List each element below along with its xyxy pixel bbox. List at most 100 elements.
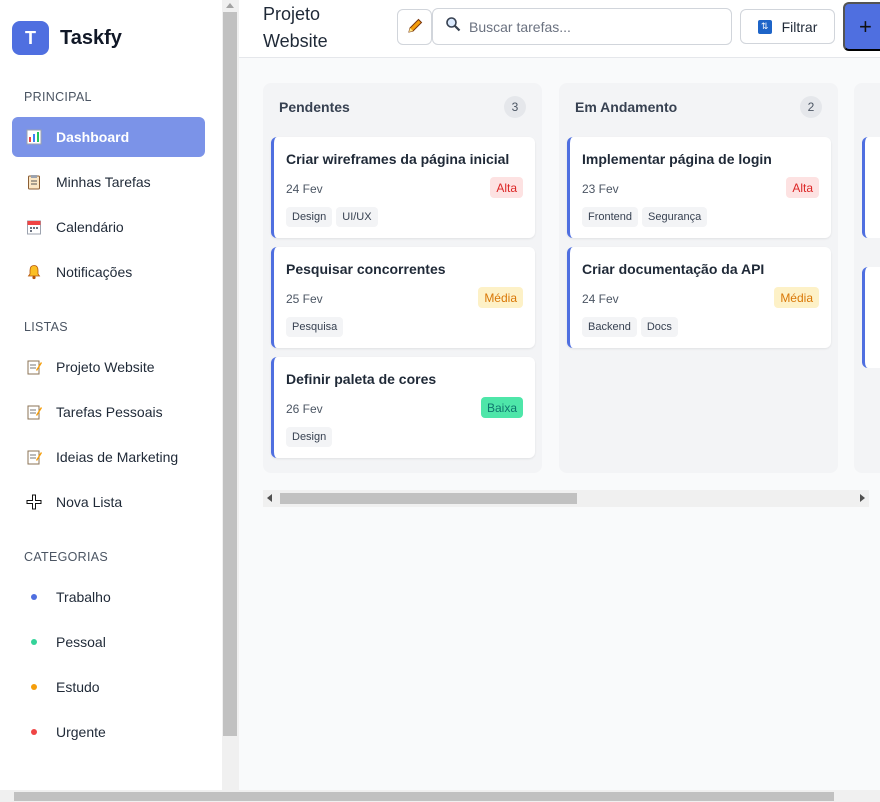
task-tags: Design — [286, 427, 333, 447]
category-label: Urgente — [56, 724, 106, 740]
task-card[interactable]: Criar wireframes da página inicial 24 Fe… — [271, 137, 535, 238]
page-scrollbar-thumb[interactable] — [14, 792, 834, 801]
category-item-trabalho[interactable]: Trabalho — [12, 577, 205, 617]
task-title: Implementar página de login — [582, 151, 772, 167]
sidebar-item-label: Projeto Website — [56, 359, 155, 375]
task-card[interactable]: Definir paleta de cores 26 Fev Baixa Des… — [271, 357, 535, 458]
section-title-categorias: CATEGORIAS — [24, 550, 109, 564]
task-card[interactable]: Criar documentação da API 24 Fev Média B… — [567, 247, 831, 348]
task-title: Criar wireframes da página inicial — [286, 151, 510, 167]
board-scrollbar-thumb[interactable] — [280, 493, 577, 504]
task-date: 24 Fev — [582, 292, 619, 306]
sidebar-item-projeto-website[interactable]: Projeto Website — [12, 347, 205, 387]
task-tags: Backend Docs — [582, 317, 678, 337]
tag: Segurança — [642, 207, 708, 227]
sidebar-item-label: Tarefas Pessoais — [56, 404, 163, 420]
category-dot-icon — [24, 587, 44, 607]
scroll-right-arrow-icon[interactable] — [860, 494, 865, 502]
section-title-principal: PRINCIPAL — [24, 90, 92, 104]
task-tags: Design UI/UX — [286, 207, 378, 227]
priority-badge: Baixa — [480, 397, 523, 418]
column-partial — [854, 83, 880, 473]
category-dot-icon — [24, 677, 44, 697]
tag: Design — [286, 207, 333, 227]
tag: Pesquisa — [286, 317, 344, 337]
scroll-left-arrow-icon[interactable] — [267, 494, 272, 502]
task-tags: Pesquisa — [286, 317, 344, 337]
sidebar-item-label: Nova Lista — [56, 494, 123, 510]
memo-icon — [24, 357, 44, 377]
task-tags: Frontend Segurança — [582, 207, 708, 227]
sidebar-item-notificacoes[interactable]: Notificações — [12, 252, 205, 292]
search-input[interactable] — [469, 18, 709, 35]
plus-icon — [24, 492, 44, 512]
priority-badge: Média — [478, 287, 523, 308]
column-pendentes: Pendentes 3 Criar wireframes da página i… — [263, 83, 542, 473]
sidebar-scrollbar-thumb[interactable] — [223, 12, 237, 736]
sidebar-scrollbar[interactable] — [222, 0, 239, 790]
task-card[interactable]: Pesquisar concorrentes 25 Fev Média Pesq… — [271, 247, 535, 348]
sidebar-item-label: Calendário — [56, 219, 124, 235]
tag: Backend — [582, 317, 637, 337]
plus-icon: + — [859, 13, 872, 39]
sidebar-item-tarefas-pessoais[interactable]: Tarefas Pessoais — [12, 392, 205, 432]
category-item-urgente[interactable]: Urgente — [12, 712, 205, 752]
column-em-andamento: Em Andamento 2 Implementar página de log… — [559, 83, 838, 473]
filter-button[interactable]: ⇅ Filtrar — [740, 9, 835, 44]
tag: Design — [286, 427, 333, 447]
task-date: 24 Fev — [286, 182, 323, 196]
search-icon — [445, 16, 461, 37]
add-task-button[interactable]: + — [843, 2, 880, 51]
kanban-board: Pendentes 3 Criar wireframes da página i… — [239, 59, 880, 790]
category-dot-icon — [24, 722, 44, 742]
task-title: Definir paleta de cores — [286, 371, 437, 387]
brand[interactable]: T Taskfy — [12, 21, 122, 55]
column-count-badge: 3 — [504, 96, 526, 118]
tag: Frontend — [582, 207, 639, 227]
section-title-listas: LISTAS — [24, 320, 68, 334]
bell-icon — [24, 262, 44, 282]
tag: Docs — [640, 317, 678, 337]
task-card[interactable] — [862, 267, 880, 368]
memo-icon — [24, 402, 44, 422]
sidebar-item-calendario[interactable]: Calendário — [12, 207, 205, 247]
sidebar-item-label: Ideias de Marketing — [56, 449, 179, 465]
column-count-badge: 2 — [800, 96, 822, 118]
chart-icon — [24, 127, 44, 147]
memo-icon — [24, 447, 44, 467]
sidebar-item-label: Minhas Tarefas — [56, 174, 151, 190]
sidebar-item-nova-lista[interactable]: Nova Lista — [12, 482, 205, 522]
brand-logo: T — [12, 21, 49, 55]
board-scrollbar[interactable] — [263, 490, 869, 507]
task-card[interactable] — [862, 137, 880, 238]
column-title: Pendentes — [279, 99, 350, 115]
sidebar-item-dashboard[interactable]: Dashboard — [12, 117, 205, 157]
category-dot-icon — [24, 632, 44, 652]
column-title: Em Andamento — [575, 99, 678, 115]
sidebar-item-ideias-de-marketing[interactable]: Ideias de Marketing — [12, 437, 205, 477]
tag: UI/UX — [336, 207, 378, 227]
page-title: Projeto Website — [263, 4, 328, 51]
header: Projeto Website ⇅ Filtrar + — [239, 0, 880, 58]
search-box[interactable] — [432, 8, 732, 45]
edit-title-button[interactable] — [397, 9, 432, 45]
pencil-icon — [406, 17, 424, 38]
sidebar-item-minhas-tarefas[interactable]: Minhas Tarefas — [12, 162, 205, 202]
category-item-estudo[interactable]: Estudo — [12, 667, 205, 707]
clipboard-icon — [24, 172, 44, 192]
sidebar: T Taskfy PRINCIPAL Dashboard Minhas Tare… — [0, 0, 222, 790]
priority-badge: Alta — [490, 177, 523, 198]
task-card[interactable]: Implementar página de login 23 Fev Alta … — [567, 137, 831, 238]
sidebar-item-label: Dashboard — [56, 129, 130, 145]
category-label: Pessoal — [56, 634, 106, 650]
category-label: Estudo — [56, 679, 100, 695]
page-scrollbar[interactable] — [0, 790, 880, 802]
scroll-up-arrow-icon[interactable] — [226, 3, 234, 8]
priority-badge: Alta — [786, 177, 819, 198]
category-item-pessoal[interactable]: Pessoal — [12, 622, 205, 662]
task-date: 25 Fev — [286, 292, 323, 306]
task-date: 23 Fev — [582, 182, 619, 196]
task-title: Criar documentação da API — [582, 261, 765, 277]
task-date: 26 Fev — [286, 402, 323, 416]
calendar-icon — [24, 217, 44, 237]
